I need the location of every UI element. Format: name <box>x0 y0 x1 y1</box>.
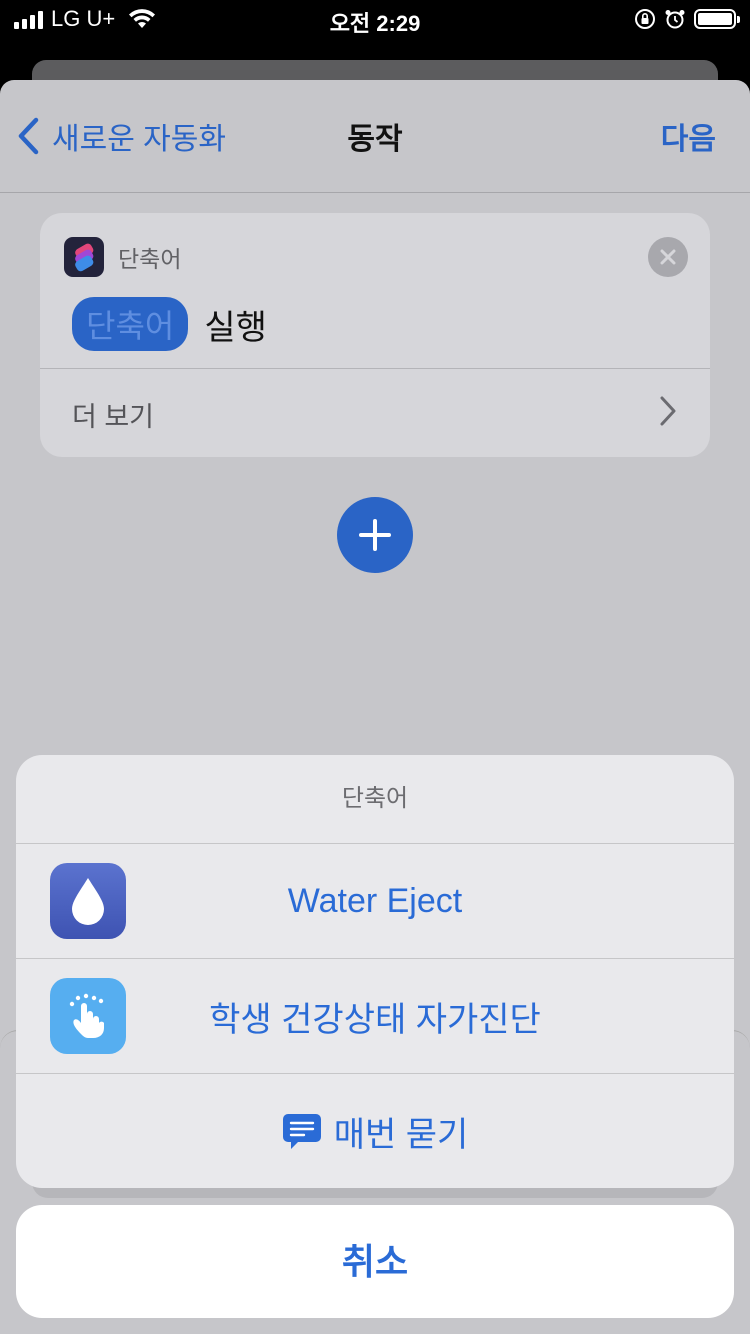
remove-action-button[interactable] <box>648 237 688 277</box>
shortcut-picker-sheet: 단축어 Water Eject 학생 건강상태 자가진단 매번 묻기 <box>16 755 734 1188</box>
option-label: 학생 건강상태 자가진단 <box>209 1000 541 1039</box>
action-verb: 실행 <box>204 308 267 347</box>
plus-icon <box>359 519 391 551</box>
show-more-button[interactable]: 더 보기 <box>72 395 154 434</box>
divider <box>40 368 710 369</box>
next-button[interactable]: 다음 <box>661 114 716 158</box>
action-app-name: 단축어 <box>118 246 182 272</box>
shortcut-parameter-pill[interactable]: 단축어 <box>72 297 189 351</box>
action-card: 단축어 단축어 실행 더 보기 <box>40 213 710 457</box>
option-label: Water Eject <box>287 881 463 920</box>
shortcuts-app-icon <box>64 237 104 277</box>
hand-tap-icon <box>50 978 126 1054</box>
orientation-lock-icon <box>635 9 655 29</box>
option-self-diagnosis[interactable]: 학생 건강상태 자가진단 <box>16 959 734 1074</box>
option-ask-each-time[interactable]: 매번 묻기 <box>16 1074 734 1188</box>
sheet-title: 단축어 <box>16 755 734 844</box>
chevron-right-icon <box>660 396 676 426</box>
option-water-eject[interactable]: Water Eject <box>16 844 734 959</box>
cancel-button[interactable]: 취소 <box>16 1205 734 1318</box>
option-label: 매번 묻기 <box>333 1115 469 1154</box>
navigation-bar: 새로운 자동화 동작 다음 <box>0 80 750 193</box>
water-drop-icon <box>50 863 126 939</box>
speech-bubble-icon <box>282 1114 321 1149</box>
add-action-button[interactable] <box>337 497 413 573</box>
status-bar: LG U+ 오전 2:29 <box>0 0 750 44</box>
battery-icon <box>694 9 740 29</box>
page-title: 동작 <box>347 123 403 156</box>
close-icon <box>660 249 676 265</box>
alarm-icon <box>665 10 685 29</box>
